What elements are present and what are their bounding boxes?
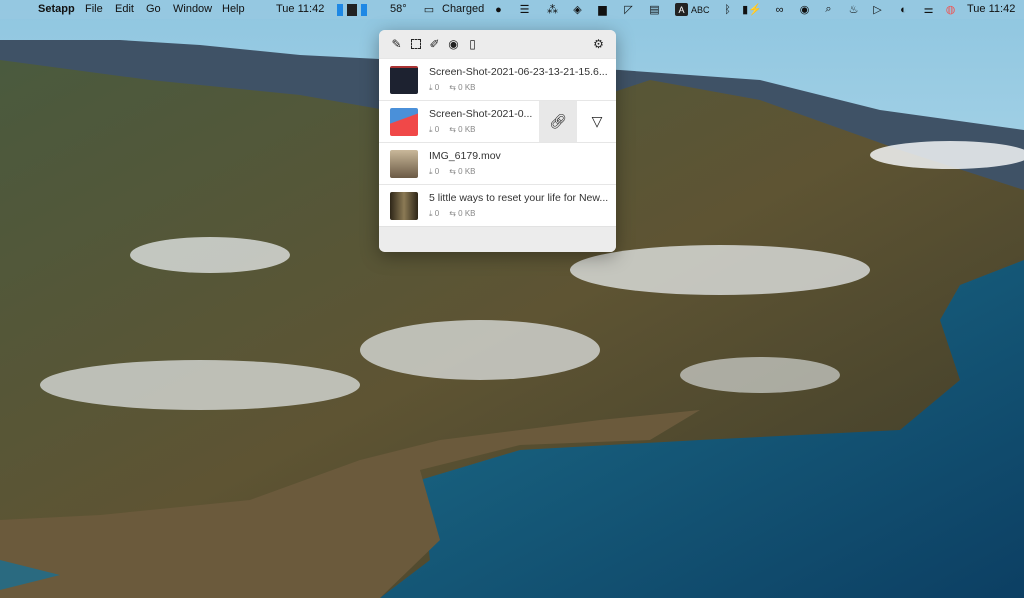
display-icon[interactable]: ▆ (596, 3, 609, 16)
link-icon[interactable]: ∞ (773, 3, 786, 16)
transfer-icon: ⇆ (449, 209, 456, 218)
downloads-count: ⤓ 0 (429, 209, 439, 219)
system-stats-icon[interactable] (334, 3, 370, 16)
selection-icon[interactable] (406, 35, 425, 54)
input-source-icon[interactable]: A (675, 3, 688, 16)
list-item[interactable]: IMG_6179.mov ⤓ 0 ⇆ 0 KB (379, 142, 616, 184)
user-icon[interactable]: ◉ (798, 3, 811, 16)
thumbnail (390, 108, 418, 136)
cursor-icon[interactable]: ◸ (622, 3, 635, 16)
dots-icon[interactable]: ⁂ (546, 3, 559, 16)
keyboard-icon[interactable]: ▤ (648, 3, 661, 16)
menu-edit[interactable]: Edit (115, 3, 134, 15)
device-icon[interactable]: ▯ (463, 35, 482, 54)
transfer-icon: ⇆ (449, 125, 456, 134)
file-size: ⇆ 0 KB (449, 167, 475, 177)
menu-bar: Setapp File Edit Go Window Help Tue 11:4… (0, 0, 1024, 19)
menu-go[interactable]: Go (146, 3, 161, 15)
battery-icon[interactable]: ▭ (421, 3, 437, 16)
play-icon[interactable]: ▷ (871, 3, 884, 16)
download-icon: ⤓ (429, 209, 433, 218)
file-name: 5 little ways to reset your life for New… (429, 192, 609, 204)
menu-window[interactable]: Window (173, 3, 212, 15)
bluetooth-icon[interactable]: ᛒ (721, 3, 734, 16)
link-icon: 🔗︎ (549, 113, 567, 130)
battery-status[interactable]: Charged (442, 3, 484, 15)
download-icon: ⤓ (429, 125, 433, 134)
menu-file[interactable]: File (85, 3, 103, 15)
upload-button[interactable]: ▽ (578, 101, 616, 142)
file-size: ⇆ 0 KB (449, 209, 475, 219)
temperature[interactable]: 58° (390, 3, 407, 15)
drop-icon[interactable]: ● (492, 3, 505, 16)
flame-icon[interactable]: ♨ (847, 3, 860, 16)
list-icon[interactable]: ☰ (518, 3, 531, 16)
file-name: Screen-Shot-2021-06-23-13-21-15.6... (429, 66, 609, 78)
search-icon[interactable]: ⌕ (822, 3, 835, 16)
download-icon: ⤓ (429, 83, 433, 92)
thumbnail (390, 150, 418, 178)
file-name: IMG_6179.mov (429, 150, 609, 162)
popup-footer (379, 226, 616, 252)
copy-link-button[interactable]: 🔗︎ (539, 101, 577, 142)
thumbnail (390, 192, 418, 220)
menu-app-name[interactable]: Setapp (38, 3, 75, 15)
pen-icon[interactable]: ✐ (425, 35, 444, 54)
file-size: ⇆ 0 KB (449, 125, 475, 135)
battery-charging-icon[interactable]: ▮⚡ (743, 3, 761, 16)
downloads-count: ⤓ 0 (429, 83, 439, 93)
downloads-count: ⤓ 0 (429, 167, 439, 177)
list-item[interactable]: Screen-Shot-2021-0... ⤓ 0 ⇆ 0 KB 🔗︎ ▽ (379, 100, 616, 142)
popup-toolbar: ✎ ✐ ◉ ▯ ⚙ (379, 30, 616, 58)
downloads-count: ⤓ 0 (429, 125, 439, 135)
thumbnail (390, 66, 418, 94)
chevron-down-icon: ▽ (592, 113, 603, 130)
file-name: Screen-Shot-2021-0... (429, 108, 537, 120)
edit-icon[interactable]: ✎ (387, 35, 406, 54)
download-icon: ⤓ (429, 167, 433, 176)
list-item[interactable]: 5 little ways to reset your life for New… (379, 184, 616, 226)
screenshot-manager-popup: ✎ ✐ ◉ ▯ ⚙ Screen-Shot-2021-06-23-13-21-1… (379, 30, 616, 252)
gear-icon[interactable]: ⚙ (589, 35, 608, 54)
siri-icon[interactable]: ◍ (944, 3, 957, 16)
record-icon[interactable]: ◉ (444, 35, 463, 54)
list-item[interactable]: Screen-Shot-2021-06-23-13-21-15.6... ⤓ 0… (379, 58, 616, 100)
transfer-icon: ⇆ (449, 83, 456, 92)
menu-help[interactable]: Help (222, 3, 245, 15)
control-center-icon[interactable]: ⚌ (922, 3, 935, 16)
file-size: ⇆ 0 KB (449, 83, 475, 93)
clock-left[interactable]: Tue 11:42 (276, 3, 324, 15)
moon-icon[interactable]: ◐ (897, 3, 910, 16)
clock-right[interactable]: Tue 11:42 (967, 3, 1015, 15)
layers-icon[interactable]: ◈ (571, 3, 584, 16)
transfer-icon: ⇆ (449, 167, 456, 176)
input-source[interactable]: ABC (691, 5, 710, 15)
